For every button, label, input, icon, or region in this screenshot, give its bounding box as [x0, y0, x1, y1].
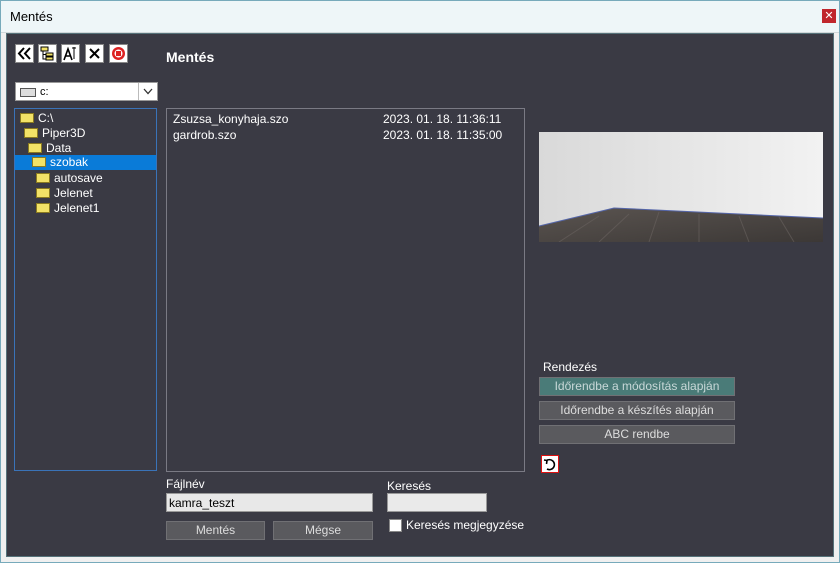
tree-item-szobak[interactable]: szobak [15, 155, 156, 170]
dialog-body: c: C:\ Piper3D Data szobak autosave Jele… [6, 33, 834, 557]
room-preview [539, 132, 823, 242]
file-name: Zsuzsa_konyhaja.szo [173, 112, 289, 126]
dropdown-button[interactable] [138, 83, 157, 100]
close-button[interactable]: ✕ [822, 9, 836, 23]
page-title: Mentés [166, 49, 215, 65]
delete-button[interactable] [85, 44, 104, 63]
file-row[interactable]: Zsuzsa_konyhaja.szo 2023. 01. 18. 11:36:… [173, 112, 518, 127]
remember-search-label: Keresés megjegyzése [406, 518, 525, 532]
sort-by-modified-button[interactable]: Időrendbe a módosítás alapján [539, 377, 735, 396]
tree-item-autosave[interactable]: autosave [36, 171, 103, 186]
collapse-button[interactable] [15, 44, 34, 63]
file-row[interactable]: gardrob.szo 2023. 01. 18. 11:35:00 [173, 128, 518, 143]
folder-open-icon [24, 127, 38, 138]
filename-input[interactable] [166, 493, 373, 512]
folder-icon [36, 172, 50, 183]
file-date: 2023. 01. 18. 11:35:00 [383, 128, 503, 142]
tree-expand-button[interactable] [38, 44, 57, 63]
sort-by-created-button[interactable]: Időrendbe a készítés alapján [539, 401, 735, 420]
close-icon: ✕ [824, 10, 834, 22]
reverse-order-button[interactable] [541, 455, 559, 473]
drive-icon [20, 88, 36, 97]
tree-item-piper3d[interactable]: Piper3D [24, 126, 85, 141]
folder-open-icon [28, 142, 42, 153]
title-bar[interactable]: Mentés ✕ [1, 1, 839, 33]
filename-label: Fájlnév [166, 477, 205, 491]
tree-item-data[interactable]: Data [28, 141, 71, 156]
stop-button[interactable] [109, 44, 128, 63]
room-preview-image [539, 132, 823, 242]
stop-icon [112, 47, 125, 60]
remember-search-checkbox[interactable] [389, 519, 402, 532]
sort-alphabetical-button[interactable]: ABC rendbe [539, 425, 735, 444]
search-label: Keresés [387, 479, 432, 493]
file-date: 2023. 01. 18. 11:36:11 [383, 112, 502, 126]
tree-item-root[interactable]: C:\ [20, 111, 53, 126]
rename-icon [63, 46, 76, 61]
folder-open-icon [32, 156, 46, 167]
folder-icon [36, 187, 50, 198]
tree-expand-icon [40, 46, 54, 61]
double-chevron-left-icon [17, 47, 31, 60]
delete-icon [89, 48, 100, 59]
chevron-down-icon [143, 88, 153, 95]
cancel-button[interactable]: Mégse [273, 521, 373, 540]
folder-tree[interactable]: C:\ Piper3D Data szobak autosave Jelenet… [14, 108, 157, 471]
file-list[interactable]: Zsuzsa_konyhaja.szo 2023. 01. 18. 11:36:… [166, 108, 525, 472]
rename-button[interactable] [61, 44, 80, 63]
search-input[interactable] [387, 493, 487, 512]
folder-open-icon [20, 112, 34, 123]
sort-label: Rendezés [543, 360, 598, 374]
file-name: gardrob.szo [173, 128, 237, 142]
drive-select[interactable]: c: [15, 82, 158, 101]
drive-value: c: [40, 86, 49, 98]
tree-item-jelenet1[interactable]: Jelenet1 [36, 201, 99, 216]
window-title: Mentés [10, 9, 53, 24]
tree-item-jelenet[interactable]: Jelenet [36, 186, 93, 201]
rotate-arrow-icon [543, 458, 556, 471]
save-button[interactable]: Mentés [166, 521, 265, 540]
folder-icon [36, 202, 50, 213]
save-dialog-window: Mentés ✕ c: C:\ Piper3D Data szobak auto… [0, 0, 840, 563]
